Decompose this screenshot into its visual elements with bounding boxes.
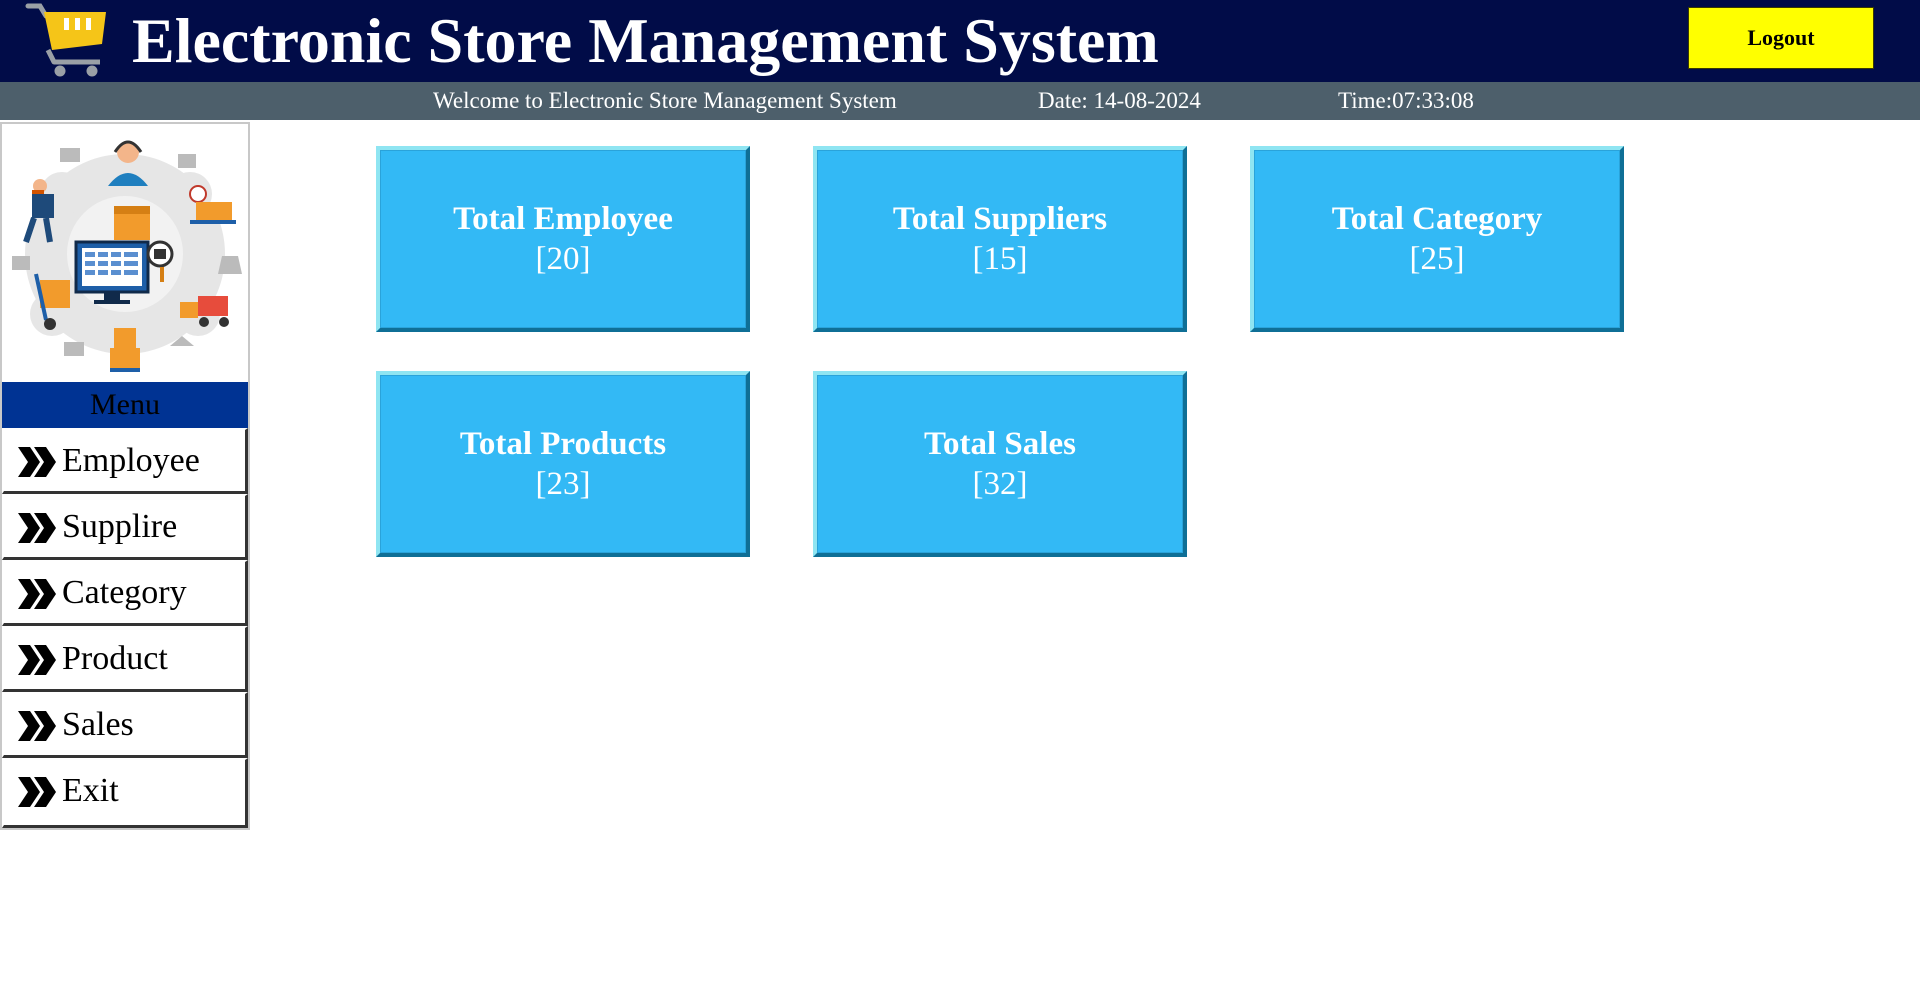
- clock-display: Time:07:33:08: [1338, 88, 1474, 113]
- date-display: Date: 14-08-2024: [1038, 88, 1201, 113]
- double-chevron-right-icon: [18, 513, 56, 543]
- total-products-tile[interactable]: Total Products [23]: [376, 371, 750, 557]
- double-chevron-right-icon: [18, 579, 56, 609]
- app-title: Electronic Store Management System: [132, 5, 1159, 76]
- tile-count: [23]: [535, 466, 591, 502]
- menu-header: Menu: [2, 382, 248, 428]
- tile-count: [25]: [1409, 241, 1465, 277]
- menu-item-label: Sales: [62, 706, 134, 743]
- total-category-tile[interactable]: Total Category [25]: [1250, 146, 1624, 332]
- sidebar: Menu Employee Supplire Category Product …: [0, 122, 250, 830]
- double-chevron-right-icon: [18, 711, 56, 741]
- tile-title: Total Employee: [453, 201, 673, 237]
- menu-item-label: Employee: [62, 442, 200, 479]
- menu-item-supplier[interactable]: Supplire: [2, 494, 248, 560]
- logout-button[interactable]: Logout: [1688, 7, 1874, 69]
- tile-title: Total Sales: [924, 426, 1076, 462]
- menu-item-sales[interactable]: Sales: [2, 692, 248, 758]
- menu-item-label: Exit: [62, 772, 119, 809]
- tile-title: Total Products: [459, 426, 667, 462]
- menu-item-label: Product: [62, 640, 168, 677]
- menu-item-category[interactable]: Category: [2, 560, 248, 626]
- status-bar: Welcome to Electronic Store Management S…: [0, 82, 1920, 120]
- tile-count: [32]: [972, 466, 1028, 502]
- total-employee-tile[interactable]: Total Employee [20]: [376, 146, 750, 332]
- app-header: Electronic Store Management System Logou…: [0, 0, 1920, 82]
- welcome-message: Welcome to Electronic Store Management S…: [433, 88, 897, 113]
- tile-title: Total Category: [1331, 201, 1543, 237]
- tile-count: [15]: [972, 241, 1028, 277]
- shopping-cart-icon: [25, 3, 106, 77]
- menu-item-product[interactable]: Product: [2, 626, 248, 692]
- store-management-illustration: [2, 124, 248, 382]
- menu-item-label: Category: [62, 574, 187, 611]
- menu-item-exit[interactable]: Exit: [2, 758, 248, 828]
- tile-count: [20]: [535, 241, 591, 277]
- menu-item-employee[interactable]: Employee: [2, 428, 248, 494]
- double-chevron-right-icon: [18, 777, 56, 807]
- total-sales-tile[interactable]: Total Sales [32]: [813, 371, 1187, 557]
- total-suppliers-tile[interactable]: Total Suppliers [15]: [813, 146, 1187, 332]
- menu-item-label: Supplire: [62, 508, 178, 545]
- double-chevron-right-icon: [18, 447, 56, 477]
- tile-title: Total Suppliers: [892, 201, 1108, 237]
- double-chevron-right-icon: [18, 645, 56, 675]
